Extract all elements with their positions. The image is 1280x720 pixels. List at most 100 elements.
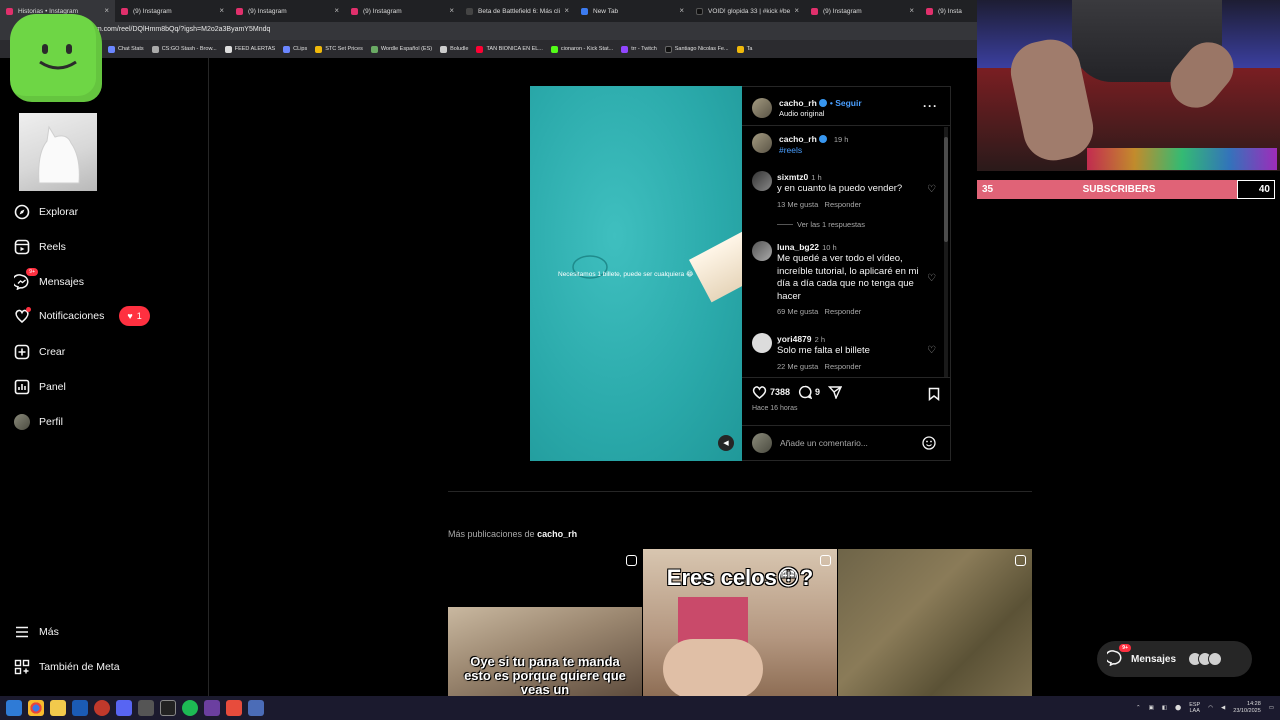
- app-icon[interactable]: [204, 700, 220, 716]
- author-username[interactable]: cacho_rh: [779, 98, 817, 108]
- spotify-icon[interactable]: [182, 700, 198, 716]
- comment-username[interactable]: yori4879: [777, 334, 812, 344]
- post-thumbnail[interactable]: [838, 549, 1032, 696]
- commenter-avatar[interactable]: [752, 333, 772, 353]
- bookmark-save-icon[interactable]: [928, 387, 940, 401]
- comment-input[interactable]: Añade un comentario...: [780, 438, 868, 448]
- file-explorer-icon[interactable]: [50, 700, 66, 716]
- more-posts-username[interactable]: cacho_rh: [537, 529, 577, 539]
- audio-label[interactable]: Audio original: [779, 109, 862, 118]
- language-indicator[interactable]: ESP LAA: [1189, 702, 1200, 714]
- bookmark[interactable]: Santiago Nicolas Fe...: [664, 45, 729, 53]
- close-tab-icon[interactable]: ×: [104, 6, 109, 15]
- reel-video[interactable]: Necesitamos 1 billete, puede ser cualqui…: [530, 86, 742, 461]
- wifi-icon[interactable]: ◠: [1208, 705, 1213, 711]
- browser-tab[interactable]: Beta de Battlefield 6: Más cli ×: [460, 0, 575, 22]
- bookmark[interactable]: Boludle: [440, 45, 468, 53]
- app-icon[interactable]: [138, 700, 154, 716]
- sidebar-item-mas[interactable]: Más: [14, 622, 59, 642]
- sidebar-item-panel[interactable]: Panel: [14, 377, 66, 397]
- reply-button[interactable]: Responder: [825, 307, 862, 316]
- caption-username[interactable]: cacho_rh: [779, 134, 817, 144]
- scrollbar-thumb[interactable]: [944, 137, 948, 242]
- commenter-avatar[interactable]: [752, 171, 772, 191]
- steam-icon[interactable]: [72, 700, 88, 716]
- post-thumbnail[interactable]: Eres celos😳?: [643, 549, 837, 696]
- bookmark[interactable]: cionaron - Kick Stat...: [550, 45, 613, 53]
- browser-tab[interactable]: (9) Instagram ×: [805, 0, 920, 22]
- bookmark[interactable]: trr - Twitch: [621, 45, 657, 53]
- like-comment-icon[interactable]: ♡: [927, 273, 936, 284]
- sidebar-item-meta[interactable]: También de Meta: [14, 657, 120, 677]
- sidebar-item-notificaciones[interactable]: Notificaciones ♥ 1: [14, 306, 150, 326]
- sidebar-item-explorar[interactable]: Explorar: [14, 202, 78, 222]
- reply-button[interactable]: Responder: [825, 362, 862, 371]
- volume-icon[interactable]: ◀: [1221, 705, 1225, 711]
- browser-tab[interactable]: New Tab ×: [575, 0, 690, 22]
- chrome-icon[interactable]: [28, 700, 44, 716]
- tray-icon[interactable]: ◧: [1162, 705, 1167, 711]
- view-replies-link[interactable]: Ver las 1 respuestas: [797, 220, 865, 229]
- sidebar-item-mensajes[interactable]: 9+ Mensajes: [14, 268, 84, 292]
- emoji-icon[interactable]: [922, 436, 936, 450]
- bookmark[interactable]: TAN BIONICA EN EL...: [476, 45, 543, 53]
- bookmark[interactable]: STC Set Prices: [315, 45, 363, 53]
- address-bar[interactable]: am.com/reel/DQlHmm8bQq/?igsh=M2o2a3ByamY…: [0, 22, 980, 40]
- bookmark[interactable]: CS:GO Stash - Brow...: [151, 45, 217, 53]
- browser-tab[interactable]: (9) Instagram ×: [115, 0, 230, 22]
- instagram-icon: [926, 7, 933, 15]
- app-icon[interactable]: [94, 700, 110, 716]
- author-avatar[interactable]: [752, 97, 772, 118]
- bookmark[interactable]: Wordle Español (ES): [370, 45, 432, 53]
- post-thumbnail[interactable]: Oye si tu pana te manda esto es porque q…: [448, 549, 642, 696]
- app-icon[interactable]: [226, 700, 242, 716]
- app-icon[interactable]: [248, 700, 264, 716]
- comment-likes[interactable]: 13 Me gusta: [777, 200, 818, 209]
- comment-username[interactable]: luna_bg22: [777, 242, 819, 252]
- close-tab-icon[interactable]: ×: [679, 6, 684, 15]
- close-tab-icon[interactable]: ×: [564, 6, 569, 15]
- comment-likes[interactable]: 69 Me gusta: [777, 307, 818, 316]
- close-tab-icon[interactable]: ×: [219, 6, 224, 15]
- share-icon[interactable]: [828, 385, 843, 399]
- bookmark[interactable]: Chat Stats: [108, 45, 144, 53]
- windows-start-icon[interactable]: [6, 700, 22, 716]
- more-options-icon[interactable]: ···: [923, 99, 938, 113]
- comment-username[interactable]: sixmtz0: [777, 172, 808, 182]
- app-icon[interactable]: [160, 700, 176, 716]
- url-text[interactable]: am.com/reel/DQlHmm8bQq/?igsh=M2o2a3ByamY…: [92, 26, 270, 33]
- volume-icon[interactable]: ◀: [718, 435, 734, 451]
- bookmark[interactable]: CLips: [283, 45, 307, 53]
- comment-button[interactable]: 9: [798, 385, 820, 399]
- tray-icon[interactable]: ⬤: [1175, 705, 1181, 711]
- close-tab-icon[interactable]: ×: [794, 6, 799, 15]
- browser-tab[interactable]: (9) Instagram ×: [345, 0, 460, 22]
- like-comment-icon[interactable]: ♡: [927, 184, 936, 195]
- author-avatar[interactable]: [752, 133, 772, 153]
- bookmark[interactable]: Ta: [736, 45, 752, 53]
- sidebar-item-reels[interactable]: Reels: [14, 237, 66, 257]
- discord-icon[interactable]: [116, 700, 132, 716]
- messages-floating-button[interactable]: 9+ Mensajes: [1097, 641, 1252, 677]
- close-tab-icon[interactable]: ×: [334, 6, 339, 15]
- reply-button[interactable]: Responder: [825, 200, 862, 209]
- bookmark[interactable]: FEED ALERTAS: [224, 45, 275, 53]
- hashtag-link[interactable]: #reels: [779, 145, 848, 155]
- close-tab-icon[interactable]: ×: [449, 6, 454, 15]
- comment-likes[interactable]: 22 Me gusta: [777, 362, 818, 371]
- sidebar-item-crear[interactable]: Crear: [14, 342, 65, 362]
- tray-icon[interactable]: ▣: [1149, 705, 1154, 711]
- like-button[interactable]: 7388: [752, 385, 790, 399]
- sidebar-item-perfil[interactable]: Perfil: [14, 412, 63, 432]
- browser-tab[interactable]: (9) Instagram ×: [230, 0, 345, 22]
- commenter-avatar[interactable]: [752, 241, 772, 261]
- clock[interactable]: 14:28 23/10/2025: [1233, 701, 1261, 715]
- close-tab-icon[interactable]: ×: [909, 6, 914, 15]
- follow-button[interactable]: • Seguir: [830, 98, 862, 108]
- browser-tab[interactable]: VOID! glopida 33 | #kick #be ×: [690, 0, 805, 22]
- comments-scrollbar[interactable]: [944, 127, 948, 377]
- browser-tab[interactable]: (9) Insta: [920, 0, 980, 22]
- like-comment-icon[interactable]: ♡: [927, 345, 936, 356]
- notification-center-icon[interactable]: ▭: [1269, 705, 1274, 711]
- chevron-up-icon[interactable]: ⌃: [1136, 705, 1141, 711]
